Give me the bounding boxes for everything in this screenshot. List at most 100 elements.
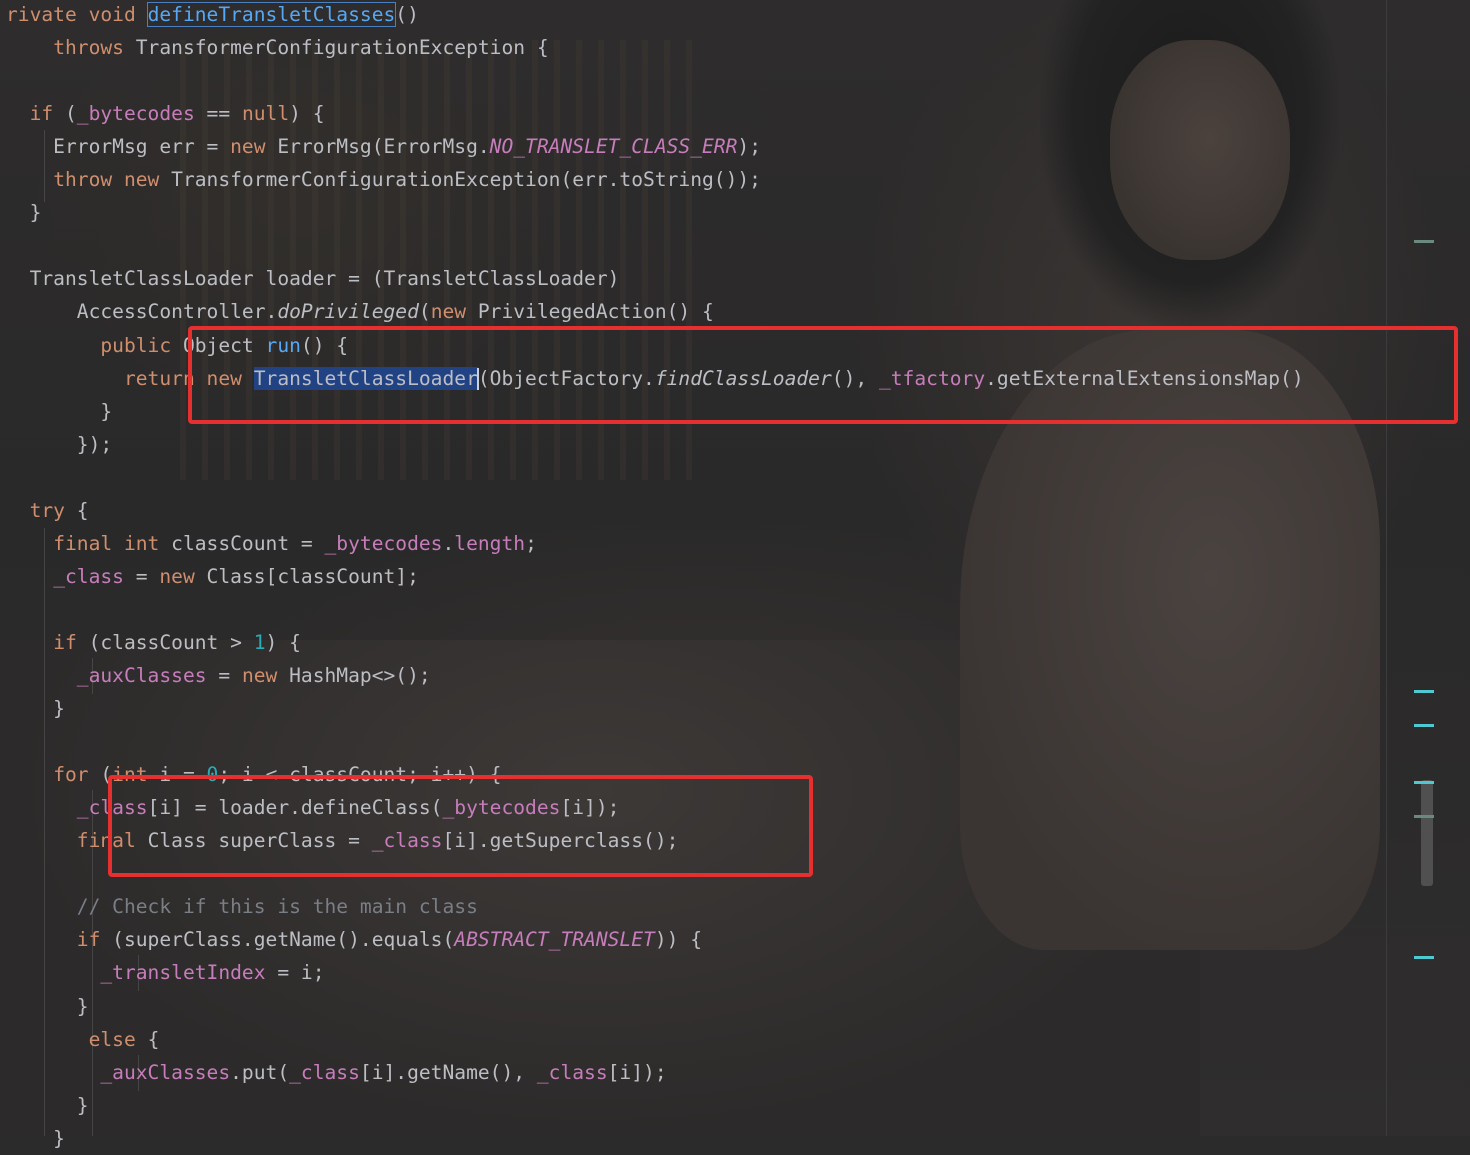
code-token: doPrivileged	[277, 300, 419, 324]
annotation-box-define-class	[108, 775, 813, 877]
code-token: defineTransletClasses	[146, 2, 397, 27]
code-line[interactable]: rivate void defineTransletClasses()	[6, 0, 419, 31]
code-line[interactable]: _transletIndex = i;	[6, 956, 325, 989]
code-token: {	[76, 498, 89, 522]
code-line[interactable]: throws TransformerConfigurationException…	[6, 31, 548, 64]
code-line[interactable]: else {	[6, 1023, 160, 1056]
code-token: _bytecodes	[324, 531, 443, 555]
code-token: TransletClassLoader loader = (TransletCl…	[6, 267, 620, 291]
gutter-marker[interactable]	[1414, 690, 1434, 693]
code-token: _auxClasses	[76, 664, 207, 687]
code-token: =	[123, 564, 160, 588]
code-token: public	[100, 333, 183, 357]
code-token: null	[241, 102, 290, 126]
gutter-marker[interactable]	[1414, 815, 1434, 818]
code-token: ) {	[265, 630, 301, 654]
code-line[interactable]: AccessController.doPrivileged(new Privil…	[6, 295, 714, 328]
code-token: _class	[289, 1060, 360, 1084]
code-token: else	[88, 1027, 148, 1051]
code-line[interactable]: }	[6, 990, 89, 1023]
code-line[interactable]: try {	[6, 494, 89, 527]
code-line[interactable]: }	[6, 1089, 89, 1122]
code-line[interactable]: _auxClasses.put(_class[i].getName(), _cl…	[6, 1056, 667, 1089]
code-line[interactable]: });	[6, 428, 112, 461]
code-token: }	[6, 201, 42, 225]
code-token: [i]);	[607, 1060, 667, 1084]
code-token: HashMap<>();	[289, 664, 431, 687]
gutter-marker[interactable]	[1414, 240, 1434, 243]
code-token: );	[737, 135, 761, 159]
code-token: ) {	[289, 102, 325, 126]
code-token: AccessController.	[6, 300, 278, 324]
code-token: ErrorMsg(ErrorMsg.	[277, 135, 490, 159]
code-token: =	[206, 664, 242, 687]
code-token: (	[418, 300, 431, 324]
code-line[interactable]: throw new TransformerConfigurationExcept…	[6, 163, 761, 196]
code-token: _class	[536, 1060, 608, 1084]
code-token: (	[64, 102, 77, 126]
code-token: NO_TRANSLET_CLASS_ERR	[489, 135, 738, 159]
code-token: throws	[53, 36, 136, 60]
code-token: (classCount >	[88, 630, 254, 654]
code-token: classCount =	[171, 531, 325, 555]
code-line[interactable]: ErrorMsg err = new ErrorMsg(ErrorMsg.NO_…	[6, 130, 761, 163]
code-token: ErrorMsg err =	[6, 135, 231, 159]
code-line[interactable]: }	[6, 395, 112, 428]
code-token: _class	[53, 564, 124, 588]
code-line[interactable]: }	[6, 692, 65, 725]
code-token: (superClass.getName().equals(	[112, 928, 455, 952]
code-line[interactable]: final int classCount = _bytecodes.length…	[6, 527, 537, 560]
code-token: )) {	[654, 928, 703, 952]
code-token: ;	[525, 531, 537, 555]
code-token: }	[6, 994, 89, 1018]
code-token: rivate void	[6, 3, 148, 26]
code-token: try	[29, 498, 77, 522]
code-token: _transletIndex	[100, 961, 266, 985]
code-line[interactable]: if (superClass.getName().equals(ABSTRACT…	[6, 923, 702, 956]
code-token: // Check if this is the main class	[76, 895, 478, 919]
scrollbar-thumb[interactable]	[1421, 780, 1433, 886]
code-token: TransformerConfigurationException(err.to…	[171, 168, 761, 192]
code-token: final int	[53, 531, 172, 555]
code-line[interactable]: }	[6, 1122, 65, 1155]
code-token: {	[147, 1027, 160, 1051]
code-token: if	[53, 630, 89, 654]
code-token: length	[454, 531, 526, 555]
code-token: = i;	[265, 961, 325, 985]
gutter-marker[interactable]	[1414, 724, 1434, 727]
code-line[interactable]: // Check if this is the main class	[6, 890, 478, 923]
code-line[interactable]: _class = new Class[classCount];	[6, 560, 419, 593]
code-editor[interactable]: rivate void defineTransletClasses() thro…	[0, 0, 1470, 1150]
gutter-marker[interactable]	[1414, 956, 1434, 959]
code-token: [i].getName(),	[359, 1060, 537, 1084]
code-line[interactable]: if (_bytecodes == null) {	[6, 97, 325, 130]
code-token: }	[6, 697, 65, 721]
code-line[interactable]: if (classCount > 1) {	[6, 626, 301, 659]
code-token: });	[6, 432, 113, 456]
code-token: ()	[395, 3, 419, 26]
code-token: for	[53, 763, 101, 787]
code-line[interactable]: }	[6, 196, 42, 229]
code-token: }	[6, 1126, 65, 1150]
code-token: _auxClasses	[100, 1060, 231, 1084]
code-token: ==	[194, 102, 242, 126]
code-line[interactable]: TransletClassLoader loader = (TransletCl…	[6, 262, 620, 295]
annotation-box-run-method	[188, 326, 1458, 424]
code-line[interactable]: _auxClasses = new HashMap<>();	[6, 659, 431, 692]
code-token: .put(	[230, 1060, 290, 1084]
gutter-marker[interactable]	[1414, 781, 1434, 784]
